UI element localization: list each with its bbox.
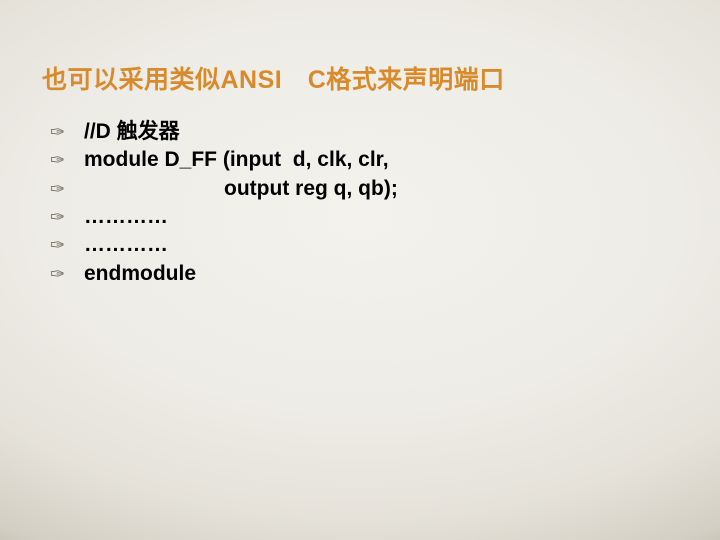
list-item: ✑ output reg q, qb);: [48, 175, 678, 203]
code-line: …………: [84, 203, 678, 231]
code-line: output reg q, qb);: [84, 175, 678, 203]
bullet-icon: ✑: [48, 205, 84, 229]
slide-title: 也可以采用类似ANSI C格式来声明端口: [42, 60, 678, 96]
list-item: ✑ endmodule: [48, 260, 678, 288]
bullet-icon: ✑: [48, 262, 84, 286]
list-item: ✑ …………: [48, 231, 678, 259]
list-item: ✑ …………: [48, 203, 678, 231]
bullet-icon: ✑: [48, 148, 84, 172]
slide-body: ✑ //D 触发器 ✑ module D_FF (input d, clk, c…: [48, 118, 678, 288]
list-item: ✑ //D 触发器: [48, 118, 678, 146]
code-line: //D 触发器: [84, 118, 678, 146]
code-line: module D_FF (input d, clk, clr,: [84, 146, 678, 174]
list-item: ✑ module D_FF (input d, clk, clr,: [48, 146, 678, 174]
bullet-icon: ✑: [48, 233, 84, 257]
code-line: endmodule: [84, 260, 678, 288]
code-line: …………: [84, 231, 678, 259]
slide: 也可以采用类似ANSI C格式来声明端口 ✑ //D 触发器 ✑ module …: [0, 0, 720, 540]
bullet-icon: ✑: [48, 120, 84, 144]
bullet-icon: ✑: [48, 177, 84, 201]
